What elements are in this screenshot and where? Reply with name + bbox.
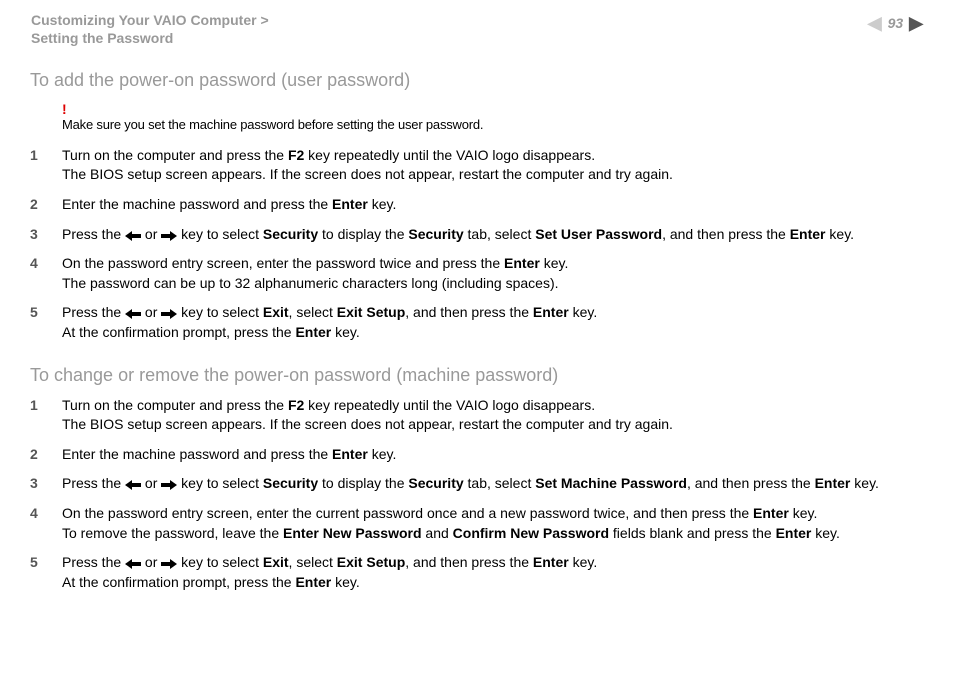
step-text: Turn on the computer and press the F2 ke… [62, 146, 924, 185]
step-number: 3 [30, 474, 62, 494]
step-number: 4 [30, 254, 62, 274]
steps-list-2: 1 Turn on the computer and press the F2 … [30, 396, 924, 593]
left-arrow-icon [125, 305, 141, 319]
warning-note: ! Make sure you set the machine password… [62, 102, 924, 134]
step-text: Press the or key to select Exit, select … [62, 303, 924, 342]
step-number: 4 [30, 504, 62, 524]
page-number: 93 [888, 14, 904, 34]
step-number: 2 [30, 195, 62, 215]
step-number: 2 [30, 445, 62, 465]
warning-text: Make sure you set the machine password b… [62, 117, 483, 132]
breadcrumb-line1: Customizing Your VAIO Computer > [31, 12, 269, 28]
left-arrow-icon [125, 227, 141, 241]
header: Customizing Your VAIO Computer > Setting… [30, 10, 924, 48]
right-arrow-icon [161, 305, 177, 319]
prev-page-icon[interactable]: ◀ [868, 11, 882, 36]
left-arrow-icon [125, 555, 141, 569]
step-text: Enter the machine password and press the… [62, 445, 924, 465]
step-item: 3 Press the or key to select Security to… [30, 225, 924, 245]
breadcrumb: Customizing Your VAIO Computer > Setting… [31, 11, 269, 47]
step-item: 2 Enter the machine password and press t… [30, 195, 924, 215]
step-number: 1 [30, 146, 62, 166]
step-item: 1 Turn on the computer and press the F2 … [30, 396, 924, 435]
steps-list-1: 1 Turn on the computer and press the F2 … [30, 146, 924, 343]
step-item: 2 Enter the machine password and press t… [30, 445, 924, 465]
step-item: 4 On the password entry screen, enter th… [30, 254, 924, 293]
step-number: 5 [30, 553, 62, 573]
next-page-icon[interactable]: ▶ [909, 11, 923, 36]
page-nav: ◀ 93 ▶ [868, 11, 923, 36]
right-arrow-icon [161, 227, 177, 241]
section-title-2: To change or remove the power-on passwor… [30, 363, 924, 388]
step-number: 5 [30, 303, 62, 323]
step-text: Press the or key to select Security to d… [62, 474, 924, 494]
step-text: Press the or key to select Security to d… [62, 225, 924, 245]
warning-icon: ! [62, 102, 924, 116]
left-arrow-icon [125, 476, 141, 490]
step-text: On the password entry screen, enter the … [62, 254, 924, 293]
step-item: 4 On the password entry screen, enter th… [30, 504, 924, 543]
step-number: 3 [30, 225, 62, 245]
step-item: 3 Press the or key to select Security to… [30, 474, 924, 494]
right-arrow-icon [161, 476, 177, 490]
step-item: 1 Turn on the computer and press the F2 … [30, 146, 924, 185]
step-item: 5 Press the or key to select Exit, selec… [30, 303, 924, 342]
step-item: 5 Press the or key to select Exit, selec… [30, 553, 924, 592]
breadcrumb-line2: Setting the Password [31, 30, 173, 46]
step-text: Enter the machine password and press the… [62, 195, 924, 215]
step-text: Turn on the computer and press the F2 ke… [62, 396, 924, 435]
page: Customizing Your VAIO Computer > Setting… [0, 0, 954, 622]
step-number: 1 [30, 396, 62, 416]
step-text: On the password entry screen, enter the … [62, 504, 924, 543]
right-arrow-icon [161, 555, 177, 569]
section-title-1: To add the power-on password (user passw… [30, 68, 924, 93]
step-text: Press the or key to select Exit, select … [62, 553, 924, 592]
